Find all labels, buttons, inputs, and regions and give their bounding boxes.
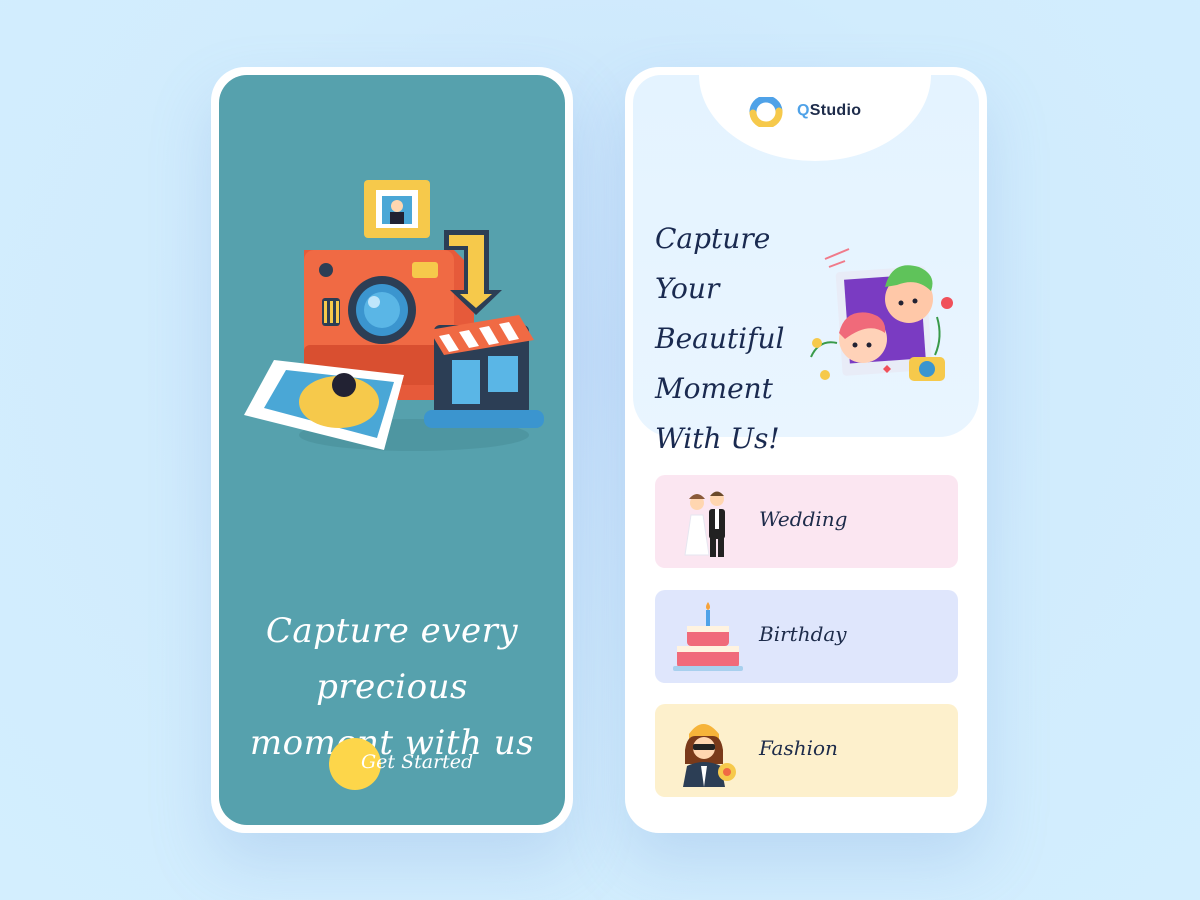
fashion-woman-icon: [683, 724, 736, 787]
category-card-wedding[interactable]: Wedding: [655, 475, 958, 568]
category-label-fashion: Fashion: [759, 736, 838, 760]
phone-frame-left: Capture every precious moment with us Ge…: [211, 67, 573, 833]
onboarding-screen: Capture every precious moment with us Ge…: [219, 75, 565, 825]
category-card-fashion[interactable]: Fashion: [655, 704, 958, 797]
qstudio-logo-icon: [749, 97, 783, 127]
category-label-birthday: Birthday: [759, 622, 847, 646]
category-card-birthday[interactable]: Birthday: [655, 590, 958, 683]
hero-title-line-4: With Us!: [655, 422, 780, 455]
phone-frame-right: QStudio Capture Your Beautiful Moment Wi…: [625, 67, 987, 833]
brand-name: QStudio: [797, 102, 862, 119]
headline-line-1: Capture every precious: [265, 611, 519, 707]
get-started-label: Get Started: [361, 751, 474, 773]
category-label-wedding: Wedding: [759, 507, 848, 531]
wedding-couple-icon: [684, 491, 725, 557]
instant-camera-illustration: [244, 180, 544, 451]
get-started-button[interactable]: Get Started: [329, 738, 473, 790]
birthday-cake-icon: [673, 602, 743, 671]
couple-photo-frame-illustration: [810, 248, 953, 381]
